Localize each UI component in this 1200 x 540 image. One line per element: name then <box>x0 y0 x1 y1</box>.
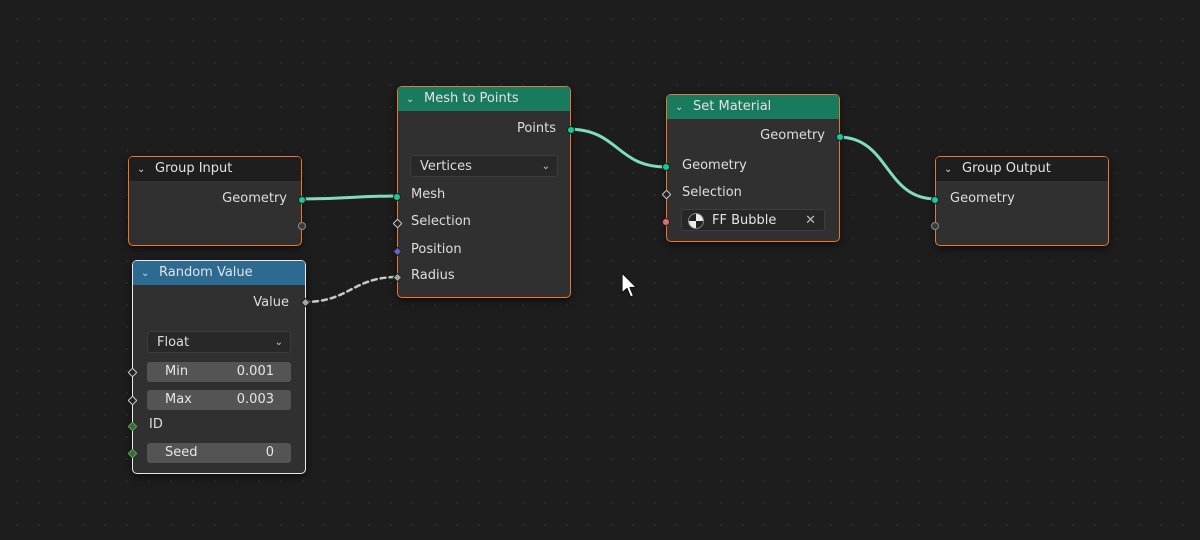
input-empty-socket[interactable] <box>931 222 939 230</box>
node-title: Group Input <box>155 161 233 176</box>
close-icon[interactable]: ✕ <box>805 210 816 232</box>
seed-value: 0 <box>265 445 274 460</box>
input-id-socket[interactable] <box>127 421 138 432</box>
input-radius-socket[interactable] <box>392 272 403 283</box>
chevron-down-icon[interactable]: ⌄ <box>137 158 151 182</box>
group-input-header[interactable]: ⌄ Group Input <box>129 157 301 181</box>
link-groupinput-mesh <box>298 194 400 201</box>
output-value-label: Value <box>253 295 289 310</box>
material-field[interactable]: FF Bubble ✕ <box>681 209 825 231</box>
chevron-down-icon: ⌄ <box>541 161 550 172</box>
mode-value: Vertices <box>420 159 472 174</box>
chevron-down-icon[interactable]: ⌄ <box>675 96 689 120</box>
chevron-down-icon[interactable]: ⌄ <box>944 158 958 182</box>
node-title: Random Value <box>159 265 253 280</box>
mesh-to-points-header[interactable]: ⌄ Mesh to Points <box>398 87 570 111</box>
output-value-socket[interactable] <box>300 297 311 308</box>
random-value-node[interactable]: ⌄ Random Value Value Float ⌄ Min 0.001 Ma… <box>127 260 311 474</box>
input-selection-label: Selection <box>682 185 742 200</box>
min-label: Min <box>165 364 189 379</box>
input-position-label: Position <box>411 242 462 257</box>
seed-field[interactable]: Seed 0 <box>147 443 291 463</box>
chevron-down-icon: ⌄ <box>274 337 283 348</box>
set-material-header[interactable]: ⌄ Set Material <box>667 95 839 119</box>
input-selection-socket[interactable] <box>392 218 403 229</box>
input-mesh-label: Mesh <box>411 187 446 202</box>
material-sphere-icon <box>688 213 704 229</box>
input-material-socket[interactable] <box>662 218 670 226</box>
output-geometry-label: Geometry <box>222 191 287 206</box>
max-label: Max <box>165 392 192 407</box>
input-selection-label: Selection <box>411 214 471 229</box>
max-field[interactable]: Max 0.003 <box>147 390 291 410</box>
input-geometry-label: Geometry <box>682 158 747 173</box>
link-geometry-groupoutput <box>836 135 938 201</box>
seed-label: Seed <box>165 445 198 460</box>
input-max-socket[interactable] <box>127 395 138 406</box>
link-value-radius <box>302 275 400 304</box>
chevron-down-icon[interactable]: ⌄ <box>406 88 420 112</box>
output-points-label: Points <box>516 121 556 136</box>
mesh-to-points-node[interactable]: ⌄ Mesh to Points Points Vertices ⌄ Mesh S… <box>392 86 575 298</box>
node-editor-canvas[interactable]: ⌄ Group Input Geometry ⌄ Random Value Valu… <box>0 0 1200 540</box>
max-value: 0.003 <box>236 392 274 407</box>
id-label: ID <box>149 417 163 432</box>
min-field[interactable]: Min 0.001 <box>147 362 291 382</box>
output-geometry-socket[interactable] <box>298 196 306 204</box>
chevron-down-icon[interactable]: ⌄ <box>141 262 155 286</box>
input-geometry-socket[interactable] <box>931 196 939 204</box>
output-points-socket[interactable] <box>567 126 575 134</box>
mouse-pointer-icon <box>621 272 638 298</box>
mode-dropdown[interactable]: Vertices ⌄ <box>410 155 558 177</box>
group-output-node[interactable]: ⌄ Group Output Geometry <box>931 156 1109 246</box>
output-geometry-label: Geometry <box>760 128 825 143</box>
input-min-socket[interactable] <box>127 367 138 378</box>
node-title: Group Output <box>962 161 1051 176</box>
output-empty-socket[interactable] <box>298 222 306 230</box>
input-radius-label: Radius <box>411 268 455 283</box>
link-points-geometry <box>565 127 669 169</box>
input-mesh-socket[interactable] <box>393 193 401 201</box>
data-type-dropdown[interactable]: Float ⌄ <box>147 331 291 353</box>
group-input-node[interactable]: ⌄ Group Input Geometry <box>128 156 306 246</box>
min-value: 0.001 <box>236 364 274 379</box>
output-geometry-socket[interactable] <box>836 133 844 141</box>
input-geometry-label: Geometry <box>950 191 1015 206</box>
node-title: Mesh to Points <box>424 91 519 106</box>
input-geometry-socket[interactable] <box>662 163 670 171</box>
material-name: FF Bubble <box>712 213 777 228</box>
data-type-value: Float <box>157 335 190 350</box>
input-position-socket[interactable] <box>392 246 403 257</box>
group-output-header[interactable]: ⌄ Group Output <box>936 157 1108 181</box>
input-selection-socket[interactable] <box>661 189 672 200</box>
node-title: Set Material <box>693 99 772 114</box>
random-value-header[interactable]: ⌄ Random Value <box>133 261 305 285</box>
set-material-node[interactable]: ⌄ Set Material Geometry Geometry Selectio… <box>661 94 844 242</box>
input-seed-socket[interactable] <box>127 448 138 459</box>
